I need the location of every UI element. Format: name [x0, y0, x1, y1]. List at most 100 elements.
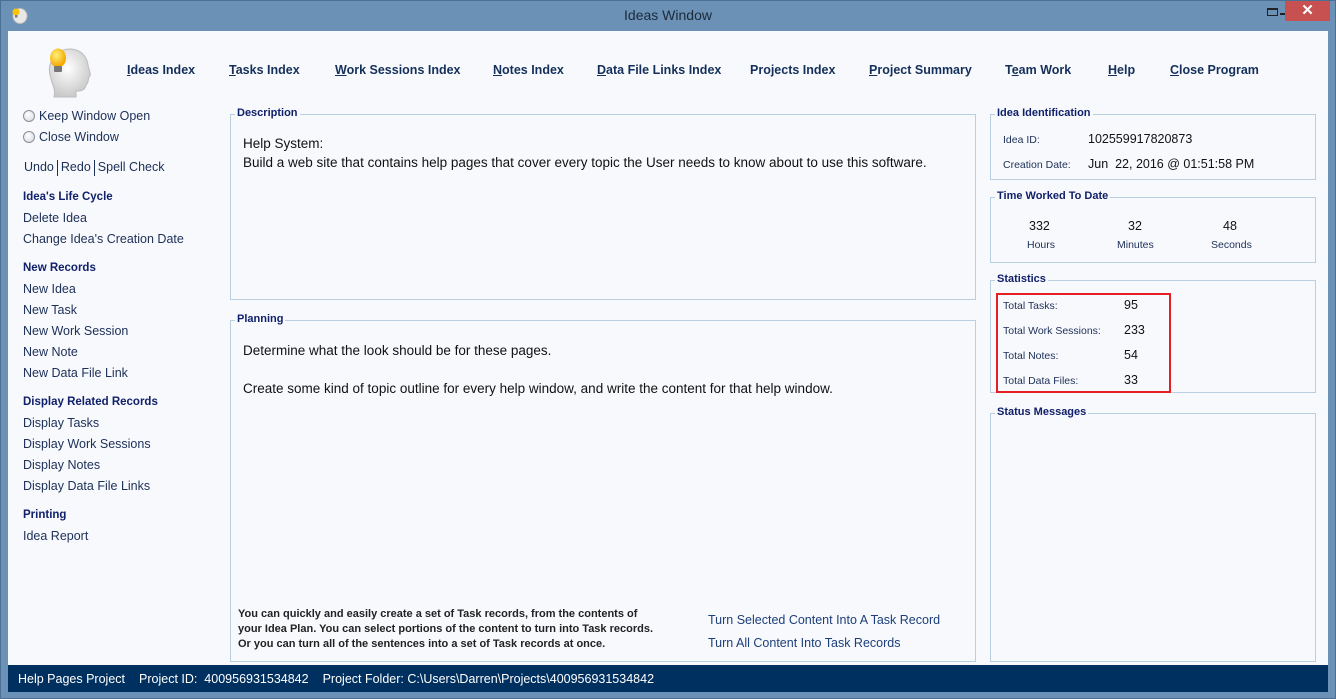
identification-legend: Idea Identification: [995, 107, 1093, 119]
spell-check-link[interactable]: Spell Check: [98, 160, 165, 176]
maximize-icon: [1267, 8, 1278, 16]
nav-label-part: asks Index: [235, 63, 300, 77]
radio-label: Close Window: [39, 130, 119, 144]
minutes-label: Minutes: [1117, 239, 1154, 251]
edit-actions: Undo Redo Spell Check: [24, 160, 164, 176]
task-creation-hint: You can quickly and easily create a set …: [238, 607, 698, 652]
nav-label-part: otes Index: [502, 63, 564, 77]
nav-label-part: e: [1011, 63, 1019, 77]
divider: [93, 160, 95, 176]
nav-label-part: deas Index: [130, 63, 196, 77]
project-name: Help Pages Project: [18, 671, 126, 686]
project-id: Project ID: 400956931534842: [139, 671, 309, 686]
idea-id-value: 102559917820873: [1088, 132, 1193, 146]
close-window-radio[interactable]: Close Window: [23, 130, 119, 144]
turn-selected-into-task-link[interactable]: Turn Selected Content Into A Task Record: [708, 613, 940, 627]
time-worked-group: Time Worked To Date 332 Hours 32 Minutes…: [990, 190, 1316, 263]
idea-identification-group: Idea Identification Idea ID: 10255991782…: [990, 107, 1316, 180]
display-tasks-link[interactable]: Display Tasks: [23, 416, 99, 430]
status-messages-area: [999, 428, 1307, 653]
section-heading-printing: Printing: [23, 509, 67, 521]
section-heading-new-records: New Records: [23, 262, 96, 274]
seconds-label: Seconds: [1211, 239, 1252, 251]
radio-label: Keep Window Open: [39, 109, 151, 123]
nav-data-file-links-index[interactable]: Data File Links Index: [597, 63, 721, 77]
new-idea-link[interactable]: New Idea: [23, 282, 76, 296]
description-line: Help System:: [243, 136, 324, 151]
minimize-button[interactable]: [1240, 1, 1289, 21]
hint-line: Or you can turn all of the sentences int…: [238, 638, 606, 650]
hint-line: You can quickly and easily create a set …: [238, 608, 638, 620]
description-textarea[interactable]: Help System: Build a web site that conta…: [231, 115, 975, 299]
new-work-session-link[interactable]: New Work Session: [23, 324, 128, 338]
nav-label-part: ata File Links Index: [606, 63, 722, 77]
display-work-sessions-link[interactable]: Display Work Sessions: [23, 437, 151, 451]
nav-project-summary[interactable]: Project Summary: [869, 63, 972, 77]
status-messages-group: Status Messages: [990, 406, 1316, 662]
radio-button[interactable]: [23, 131, 35, 143]
creation-date-label: Creation Date:: [1003, 159, 1071, 171]
idea-id-label: Idea ID:: [1003, 134, 1040, 146]
description-line: Build a web site that contains help page…: [243, 155, 927, 170]
nav-close-program[interactable]: Close Program: [1170, 63, 1259, 77]
keep-window-open-radio[interactable]: Keep Window Open: [23, 109, 150, 123]
nav-projects-index[interactable]: Projects Index: [750, 63, 835, 77]
nav-tasks-index[interactable]: Tasks Index: [229, 63, 300, 77]
idea-head-logo: [48, 48, 91, 98]
new-data-file-link-link[interactable]: New Data File Link: [23, 366, 128, 380]
redo-link[interactable]: Redo: [61, 160, 91, 176]
section-heading-life-cycle: Idea's Life Cycle: [23, 191, 113, 203]
new-note-link[interactable]: New Note: [23, 345, 78, 359]
planning-line: Create some kind of topic outline for ev…: [243, 381, 833, 396]
hint-line: your Idea Plan. You can select portions …: [238, 623, 654, 635]
nav-label-part: ork Sessions Index: [346, 63, 461, 77]
delete-idea-link[interactable]: Delete Idea: [23, 211, 87, 225]
title-bar[interactable]: Ideas Window ✕: [0, 0, 1336, 31]
nav-work-sessions-index[interactable]: Work Sessions Index: [335, 63, 461, 77]
divider: [56, 160, 58, 176]
nav-label-part: T: [229, 63, 236, 77]
display-data-file-links-link[interactable]: Display Data File Links: [23, 479, 150, 493]
nav-label-part: lose Program: [1179, 63, 1259, 77]
change-creation-date-link[interactable]: Change Idea's Creation Date: [23, 232, 184, 246]
section-heading-display-related: Display Related Records: [23, 396, 158, 408]
nav-label-part: elp: [1117, 63, 1136, 77]
nav-label-part: N: [493, 63, 503, 77]
description-group: Description Help System: Build a web sit…: [230, 107, 976, 300]
nav-label-part: H: [1108, 63, 1118, 77]
window-title: Ideas Window: [624, 7, 712, 23]
seconds-value: 48: [1223, 219, 1237, 233]
time-worked-legend: Time Worked To Date: [995, 190, 1111, 202]
new-task-link[interactable]: New Task: [23, 303, 77, 317]
statistics-highlight-box: [996, 293, 1171, 393]
nav-help[interactable]: Help: [1108, 63, 1135, 77]
turn-all-into-tasks-link[interactable]: Turn All Content Into Task Records: [708, 636, 900, 650]
nav-label-part: D: [597, 63, 607, 77]
client-area: Ideas Index Tasks Index Work Sessions Inde…: [8, 31, 1328, 665]
nav-label-part: am Work: [1018, 63, 1072, 77]
creation-date-value: Jun 22, 2016 @ 01:51:58 PM: [1088, 157, 1255, 171]
nav-label-part: roject Summary: [877, 63, 972, 77]
nav-label-part: W: [335, 63, 347, 77]
project-folder: Project Folder: C:\Users\Darren\Projects…: [322, 671, 655, 686]
nav-label-part: T: [1005, 63, 1012, 77]
undo-link[interactable]: Undo: [24, 160, 54, 176]
minutes-value: 32: [1128, 219, 1142, 233]
idea-report-link[interactable]: Idea Report: [23, 529, 88, 543]
nav-team-work[interactable]: Team Work: [1005, 63, 1071, 77]
status-bar: Help Pages Project Project ID: 400956931…: [8, 665, 1328, 692]
close-button[interactable]: ✕: [1285, 1, 1330, 21]
hours-label: Hours: [1027, 239, 1056, 251]
radio-button[interactable]: [23, 110, 35, 122]
planning-textarea[interactable]: Determine what the look should be for th…: [231, 321, 975, 591]
planning-group: Planning Determine what the look should …: [230, 313, 976, 662]
nav-notes-index[interactable]: Notes Index: [493, 63, 564, 77]
planning-line: Determine what the look should be for th…: [243, 343, 552, 358]
nav-ideas-index[interactable]: Ideas Index: [127, 63, 195, 77]
display-notes-link[interactable]: Display Notes: [23, 458, 100, 472]
statistics-legend: Statistics: [995, 273, 1048, 285]
status-messages-legend: Status Messages: [995, 406, 1089, 418]
hours-value: 332: [1029, 219, 1050, 233]
nav-label-part: C: [1170, 63, 1180, 77]
statistics-group: Statistics Total Tasks: 95 Total Work Se…: [990, 273, 1316, 393]
